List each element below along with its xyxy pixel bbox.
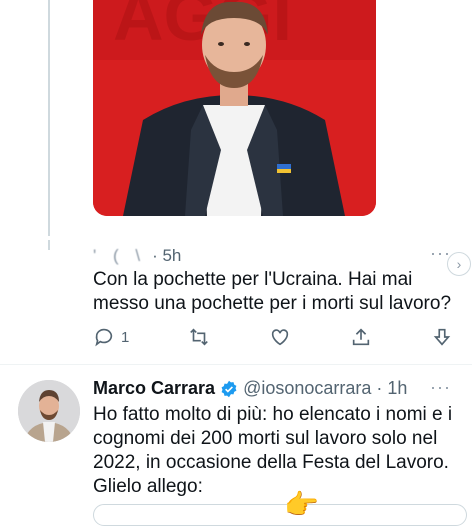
thread-line-top [48,0,50,236]
vote-button[interactable] [431,326,453,348]
like-button[interactable] [269,326,291,348]
pointing-hand-icon: 👉 [284,489,319,520]
reply-button[interactable]: 1 [93,326,129,348]
heart-icon [271,329,289,346]
comment-icon [95,328,113,347]
tweet-text: Ho fatto molto di più: ho elencato i nom… [93,404,453,497]
retweet-button[interactable] [188,326,210,348]
author-handle[interactable]: @iosonocarrara [243,378,371,399]
reply-author-blurred[interactable]: ' ( \ [93,246,146,266]
arrow-down-icon [433,328,451,346]
tweet-photo[interactable]: AGGI [93,0,376,216]
thread-line-reply [48,240,50,250]
tweet-more-icon[interactable]: ··· [430,377,451,398]
avatar[interactable] [18,380,80,442]
share-icon [352,328,370,346]
tweet-header: Marco Carrara @iosonocarrara · 1h [93,378,407,399]
reply-time[interactable]: · 5h [152,246,181,266]
retweet-icon [190,328,209,346]
author-name[interactable]: Marco Carrara [93,378,215,399]
divider [0,364,472,365]
reply-header: ' ( \ · 5h [93,246,181,266]
tweet-time[interactable]: · 1h [376,378,407,399]
verified-badge-icon [221,380,237,397]
share-button[interactable] [350,326,372,348]
reply-actions: 1 [93,324,453,350]
embed-card[interactable] [93,504,467,526]
reply-count: 1 [121,328,130,346]
reply-text: Con la pochette per l'Ucraina. Hai mai m… [93,269,452,314]
